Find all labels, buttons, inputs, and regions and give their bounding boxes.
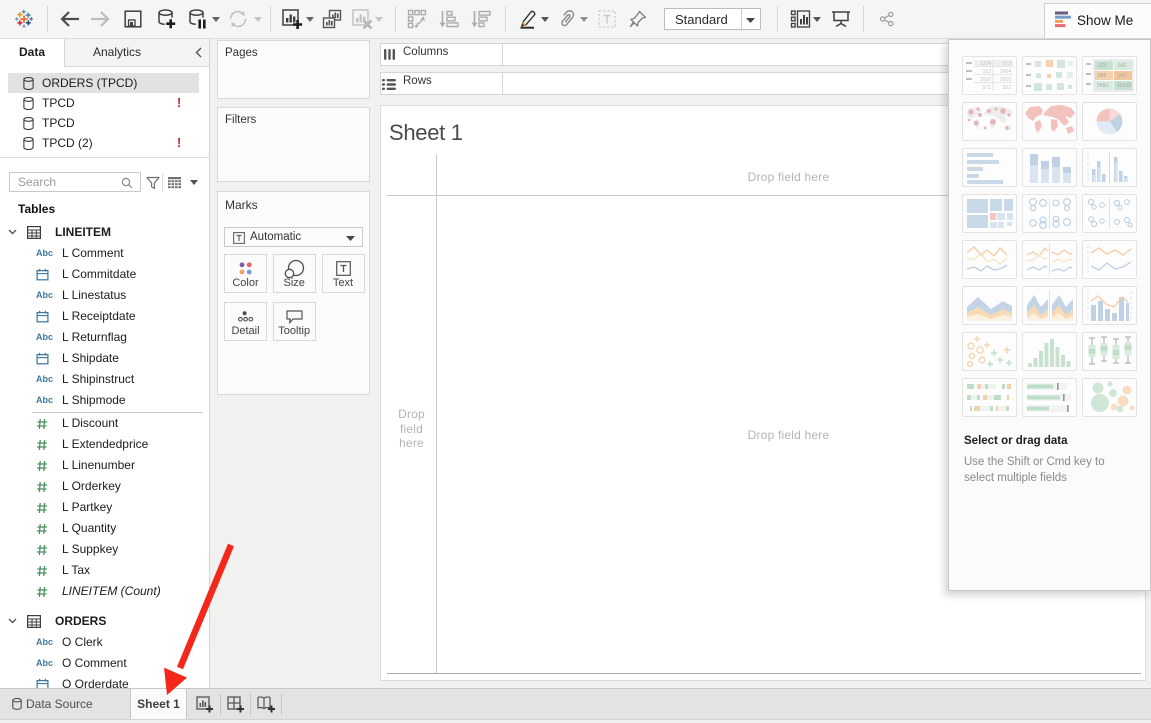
svg-text:2450: 2450 bbox=[1097, 83, 1108, 89]
svg-text:2650: 2650 bbox=[1000, 77, 1011, 83]
svg-text:988: 988 bbox=[1098, 73, 1107, 79]
svg-text:123: 123 bbox=[1098, 63, 1107, 69]
svg-text:573: 573 bbox=[1003, 61, 1012, 67]
svg-text:322: 322 bbox=[1003, 85, 1012, 91]
svg-text:342: 342 bbox=[1118, 73, 1127, 79]
svg-text:2020: 2020 bbox=[980, 77, 991, 83]
svg-text:571: 571 bbox=[983, 85, 992, 91]
svg-text:3004: 3004 bbox=[1000, 69, 1011, 75]
svg-text:1234: 1234 bbox=[980, 61, 991, 67]
svg-text:10540: 10540 bbox=[1117, 83, 1131, 89]
svg-text:153: 153 bbox=[983, 69, 992, 75]
svg-text:541: 541 bbox=[1118, 63, 1127, 69]
